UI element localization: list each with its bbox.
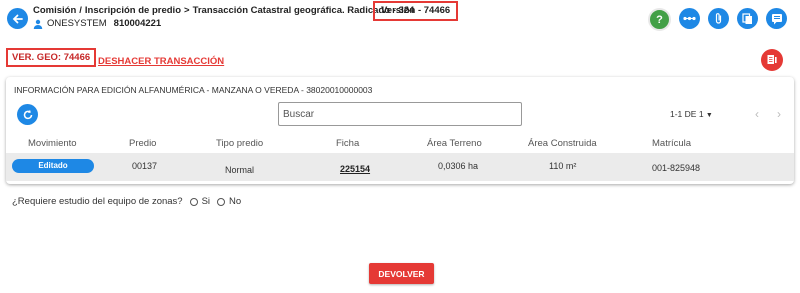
column-header-tipo-predio: Tipo predio [216,138,264,149]
zone-question-label: ¿Requiere estudio del equipo de zonas? [12,196,183,207]
search-input[interactable] [278,102,522,126]
column-header-area-terreno: Área Terreno [427,138,482,149]
user-info: ONESYSTEM 810004221 [33,18,161,29]
movement-status-button[interactable]: Editado [12,159,94,173]
ver-geo-badge: VER. GEO: 74466 [6,48,97,67]
breadcrumb: Comisión / Inscripción de predio > Transacci… [33,5,415,16]
user-id: 810004221 [113,18,162,29]
breadcrumb-item[interactable]: Comisión [33,5,76,16]
tipo-predio-cell: Normal [225,165,255,175]
breadcrumb-item[interactable]: Inscripción de predio [85,5,181,16]
radio-si[interactable] [189,197,198,206]
area-terreno-cell: 0,0306 ha [438,161,479,171]
user-name: ONESYSTEM [47,18,107,29]
person-icon [33,19,43,29]
refresh-icon[interactable] [17,104,38,125]
copy-icon[interactable] [737,8,758,29]
zone-question: ¿Requiere estudio del equipo de zonas? S… [12,196,241,207]
back-arrow-icon[interactable] [7,8,28,29]
radio-si-label[interactable]: Si [202,196,210,207]
column-header-movimiento: Movimiento [28,138,77,149]
pagination-label: 1-1 DE 1 [670,109,704,119]
matricula-cell: 001-825948 [652,163,701,173]
chat-icon[interactable] [766,8,787,29]
caret-down-icon: ▼ [705,112,713,119]
column-header-matricula: Matrícula [652,138,692,149]
predio-cell: 00137 [132,161,158,171]
alfanumeric-panel: INFORMACIÓN PARA EDICIÓN ALFANUMÉRICA - … [6,77,794,184]
chevron-right-icon[interactable]: › [777,107,781,121]
pagination-select[interactable]: 1-1 DE 1 ▼ [670,109,713,119]
ficha-link[interactable]: 225154 [340,164,370,174]
header-actions: ? [648,8,787,31]
document-list-icon[interactable] [761,49,783,71]
version-badge: Versión - 74466 [373,1,459,21]
area-construida-cell: 110 m² [549,161,577,171]
radio-no[interactable] [217,197,226,206]
paperclip-icon[interactable] [708,8,729,29]
column-header-predio: Predio [129,138,157,149]
column-header-area-construida: Área Construida [528,138,597,149]
column-header-ficha: Ficha [336,138,360,149]
undo-transaction-link[interactable]: DESHACER TRANSACCIÓN [98,56,224,67]
panel-title: INFORMACIÓN PARA EDICIÓN ALFANUMÉRICA - … [14,85,373,95]
radio-no-label[interactable]: No [229,196,241,207]
return-button[interactable]: DEVOLVER [369,263,434,284]
help-icon[interactable]: ? [648,8,671,31]
top-header: Comisión / Inscripción de predio > Transacci… [0,0,800,38]
chevron-left-icon[interactable]: ‹ [755,107,759,121]
dots-icon[interactable] [679,8,700,29]
